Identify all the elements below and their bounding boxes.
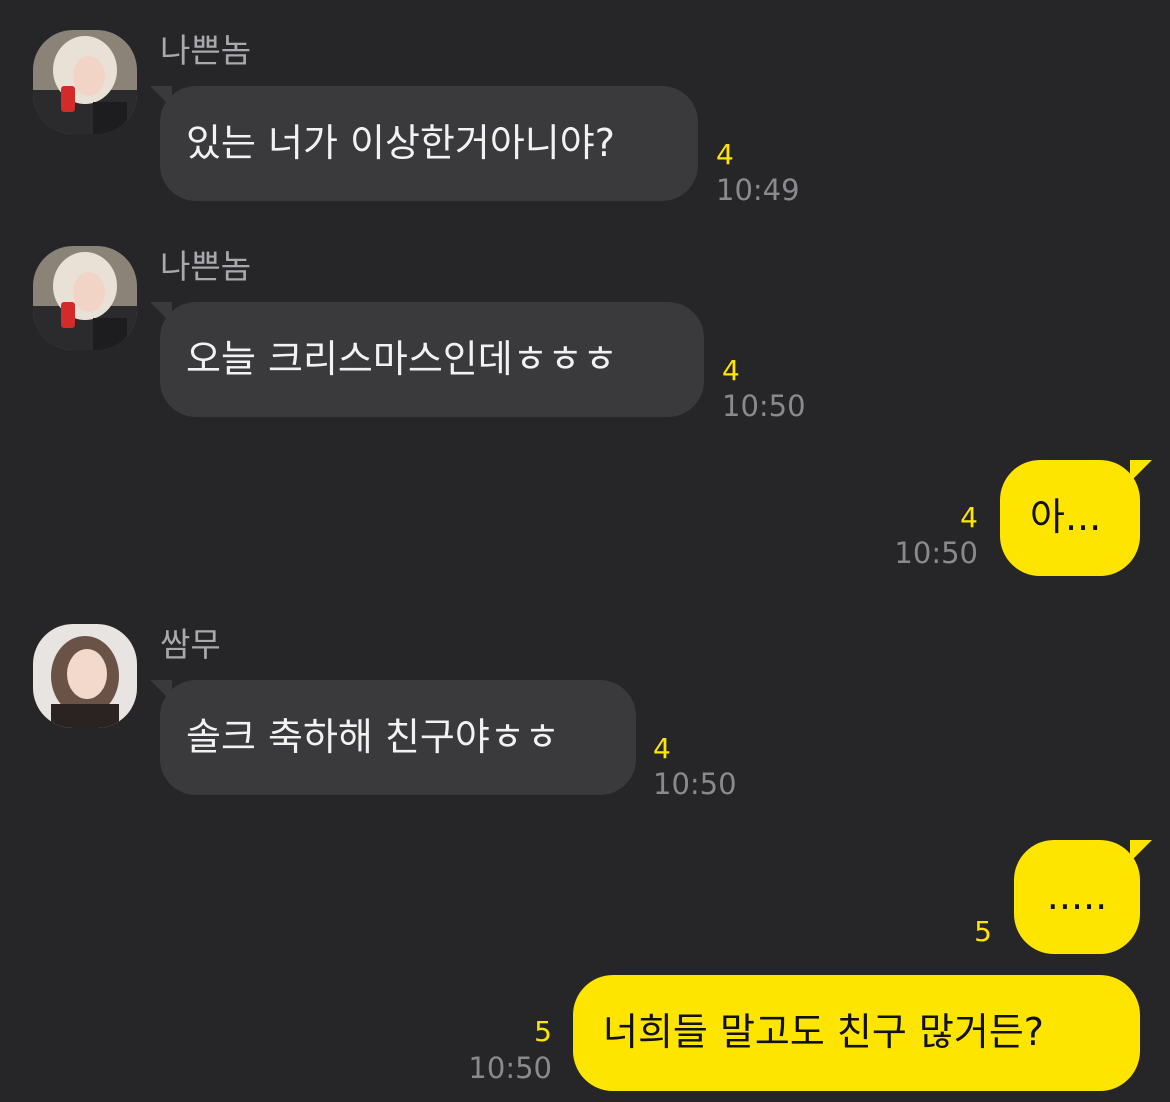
sender-name: 쌈무 [160, 625, 221, 664]
message-time: 10:50 [894, 536, 978, 570]
sender-name: 나쁜놈 [160, 247, 252, 286]
sender-avatar[interactable] [33, 246, 137, 350]
message-bubble[interactable]: ..... [1014, 840, 1140, 954]
avatar-photo-icon [33, 246, 137, 350]
sender-name: 나쁜놈 [160, 31, 252, 70]
message-time: 10:50 [468, 1051, 552, 1085]
message-text: 오늘 크리스마스인데ㅎㅎㅎ [186, 336, 618, 381]
unread-count: 4 [716, 138, 734, 171]
avatar-photo-icon [33, 30, 137, 134]
unread-count: 5 [534, 1015, 552, 1048]
unread-count: 4 [960, 501, 978, 534]
message-bubble[interactable]: 아... [1000, 460, 1140, 576]
bubble-tail [1130, 840, 1152, 862]
message-time: 10:50 [653, 767, 737, 801]
chat-conversation: 나쁜놈 있는 너가 이상한거아니야? 4 10:49 나쁜놈 오늘 크리스마스인… [0, 0, 1170, 1102]
message-bubble[interactable]: 있는 너가 이상한거아니야? [160, 86, 698, 201]
message-text: 너희들 말고도 친구 많거든? [603, 1010, 1044, 1055]
bubble-tail [1130, 460, 1152, 482]
message-bubble[interactable]: 솔크 축하해 친구야ㅎㅎ [160, 680, 636, 795]
message-bubble[interactable]: 너희들 말고도 친구 많거든? [573, 975, 1140, 1091]
message-text: ..... [1046, 874, 1108, 919]
message-text: 아... [1030, 495, 1102, 540]
avatar-photo-icon [33, 624, 137, 728]
message-text: 솔크 축하해 친구야ㅎㅎ [186, 714, 560, 759]
message-time: 10:50 [722, 389, 806, 423]
unread-count: 4 [722, 354, 740, 387]
sender-avatar[interactable] [33, 30, 137, 134]
unread-count: 5 [974, 915, 992, 948]
message-text: 있는 너가 이상한거아니야? [186, 120, 615, 165]
message-time: 10:49 [716, 173, 800, 207]
sender-avatar[interactable] [33, 624, 137, 728]
unread-count: 4 [653, 732, 671, 765]
message-bubble[interactable]: 오늘 크리스마스인데ㅎㅎㅎ [160, 302, 704, 417]
